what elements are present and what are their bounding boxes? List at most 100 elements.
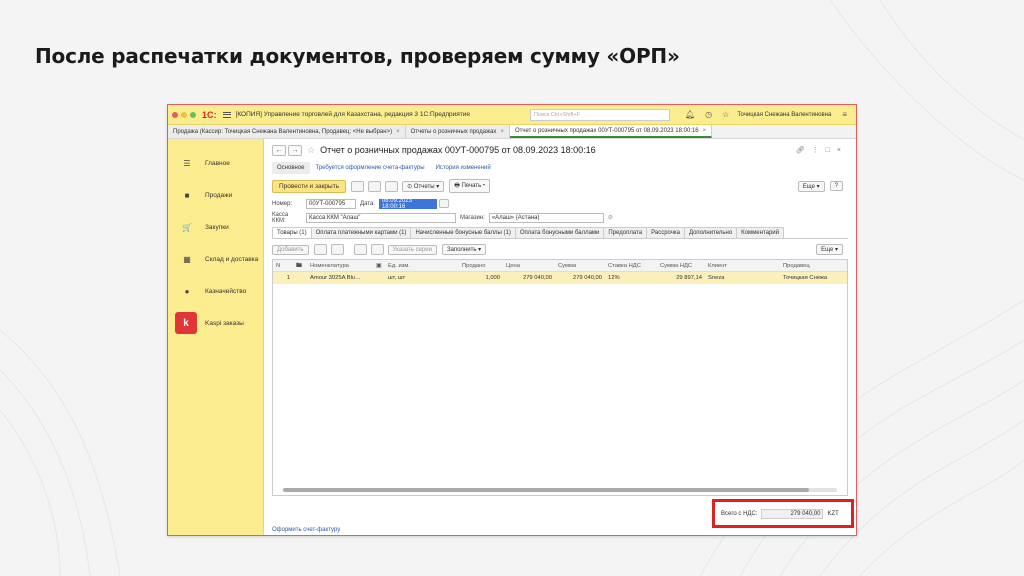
sidebar-item-label: Казначейство (205, 287, 247, 295)
column-header[interactable]: Сумма НДС (657, 263, 705, 269)
tab-retail-report-doc[interactable]: Отчет о розничных продажах 00УТ-000795 о… (509, 125, 713, 138)
history-icon[interactable]: ◷ (705, 110, 712, 119)
settings-menu-icon[interactable]: ≡ (842, 110, 847, 119)
menu-icon: ☰ (183, 158, 191, 168)
subtab-goods[interactable]: Товары (1) (272, 227, 312, 238)
column-header[interactable]: Ставка НДС (605, 263, 657, 269)
sidebar-item-kaspi[interactable]: k Kaspi заказы (168, 307, 263, 339)
table-more-label: Еще (821, 247, 834, 253)
tab-label: Продажа (Кассир: Точицкая Снежана Валент… (173, 128, 393, 135)
column-header[interactable]: Продавец (780, 263, 830, 269)
kkm-field[interactable]: Касса ККМ "Алаш" (306, 212, 456, 223)
cart-icon: 🛒 (182, 222, 192, 232)
close-tab-icon[interactable]: × (500, 129, 504, 135)
minimize-window-icon[interactable] (181, 111, 187, 118)
structure-icon[interactable] (385, 180, 399, 192)
column-header[interactable]: Цена (503, 263, 555, 269)
kkm-store-row: Касса ККМ: Касса ККМ "Алаш" Магазин: «Ал… (272, 211, 848, 224)
total-value: 279 040,00 (761, 508, 824, 519)
hamburger-menu-icon[interactable] (222, 110, 231, 119)
pick-icon[interactable] (370, 244, 384, 255)
sidebar-item-label: Закупки (205, 223, 229, 231)
cell-vat-rate: 12% (608, 275, 620, 281)
column-header[interactable]: N (273, 263, 293, 269)
window-controls-icon[interactable]: 🔗︎⋮□× (796, 146, 848, 154)
global-search-input[interactable]: Поиск Ctrl+Shift+F (530, 108, 671, 121)
close-window-icon[interactable] (172, 111, 178, 118)
print-label: Печать (461, 183, 482, 189)
move-up-icon[interactable] (313, 244, 327, 255)
column-header[interactable]: Сумма (555, 263, 605, 269)
favorite-star-icon[interactable]: ☆ (307, 145, 315, 156)
document-form: ← → ☆ Отчет о розничных продажах 00УТ-00… (264, 139, 856, 535)
create-invoice-link[interactable]: Оформить счет-фактуру (272, 527, 340, 533)
subtab-bonus-accrued[interactable]: Начисленные бонусные баллы (1) (410, 227, 516, 238)
specify-serials-button[interactable]: Указать серии (387, 244, 437, 255)
sidebar-item-main[interactable]: ☰ Главное (168, 147, 263, 179)
user-name[interactable]: Точицкая Снежана Валентиновна (737, 112, 831, 118)
subtab-card-payments[interactable]: Оплата платежными картами (1) (310, 227, 412, 238)
reports-button[interactable]: ⊙ Отчеты ▾ (402, 180, 445, 192)
bag-icon: ■ (184, 190, 190, 200)
column-header[interactable]: Продано (459, 263, 503, 269)
subtab-bonus-payment[interactable]: Оплата бонусными баллами (514, 227, 605, 238)
cell-unit: шт, шт (388, 275, 406, 281)
total-with-vat-highlight: Всего с НДС: 279 040,00 KZT (712, 499, 854, 528)
warehouse-icon: ▦ (183, 254, 191, 264)
sidebar-item-warehouse[interactable]: ▦ Склад и доставка (168, 243, 263, 275)
store-field[interactable]: «Алаш» (Астана) (488, 212, 604, 223)
save-icon[interactable] (351, 180, 365, 192)
currency-label: KZT (827, 510, 839, 517)
cell-seller: Точицкая Снежа (783, 275, 828, 281)
barcode-icon[interactable] (353, 244, 367, 255)
subtab-comment[interactable]: Комментарий (736, 227, 784, 238)
horizontal-scrollbar[interactable] (283, 488, 837, 492)
table-more-button[interactable]: Еще ▾ (816, 244, 843, 255)
document-subtabs: Товары (1) Оплата платежными картами (1)… (272, 227, 848, 239)
maximize-window-icon[interactable] (190, 111, 196, 118)
cell-sum: 279 040,00 (572, 275, 602, 281)
column-header-icon: 🖿︎ (296, 262, 302, 269)
subtab-prepayment[interactable]: Предоплата (603, 227, 648, 238)
app-title: [КОПИЯ] Управление торговлей для Казахст… (235, 111, 471, 118)
number-label: Номер: (272, 200, 293, 207)
store-label: Магазин: (460, 214, 485, 221)
forward-button[interactable]: → (288, 144, 302, 156)
column-header[interactable]: Клиент (705, 263, 780, 269)
table-row[interactable]: 1 Amour 3025A Blu… шт, шт 1,000 279 040,… (273, 272, 847, 284)
close-tab-icon[interactable]: × (703, 128, 707, 134)
sidebar-item-sales[interactable]: ■ Продажи (168, 179, 263, 211)
post-icon[interactable] (368, 180, 382, 192)
document-header: ← → ☆ Отчет о розничных продажах 00УТ-00… (272, 139, 848, 161)
post-and-close-button[interactable]: Провести и закрыть (272, 179, 347, 193)
back-button[interactable]: ← (272, 144, 286, 156)
link-icon[interactable]: ⊘ (608, 214, 613, 221)
close-tab-icon[interactable]: × (396, 129, 400, 135)
app-window: 1С: [КОПИЯ] Управление торговлей для Каз… (167, 104, 857, 536)
column-header[interactable]: Номенклатура (307, 263, 373, 269)
number-field[interactable]: 00УТ-000795 (306, 198, 356, 209)
date-field[interactable]: 08.09.2023 18:00:16 (378, 198, 437, 210)
add-button[interactable]: Добавить (272, 244, 309, 255)
bell-icon[interactable]: 🔔︎ (685, 110, 695, 119)
fill-button[interactable]: Заполнить ▾ (441, 244, 487, 255)
help-button[interactable]: ? (829, 181, 843, 191)
tab-sale[interactable]: Продажа (Кассир: Точицкая Снежана Валент… (168, 125, 406, 138)
calendar-icon[interactable] (438, 199, 449, 208)
tab-retail-reports[interactable]: Отчеты о розничных продажах × (405, 125, 510, 138)
history-link[interactable]: История изменений (436, 165, 491, 171)
subtab-additional[interactable]: Дополнительно (683, 227, 738, 238)
print-button[interactable]: 🖶︎ Печать ▾ (449, 179, 491, 193)
sidebar-item-treasury[interactable]: ● Казначейство (168, 275, 263, 307)
sidebar: ☰ Главное ■ Продажи 🛒 Закупки ▦ Склад и дост… (168, 139, 264, 535)
date-label: Дата: (360, 200, 375, 207)
sidebar-item-purchases[interactable]: 🛒 Закупки (168, 211, 263, 243)
column-header[interactable]: Ед. изм. (385, 263, 459, 269)
subtab-installment[interactable]: Рассрочка (646, 227, 685, 238)
page-title: Отчет о розничных продажах 00УТ-000795 о… (320, 145, 596, 155)
tab-main[interactable]: Основное (272, 162, 310, 174)
favorites-star-icon[interactable]: ☆ (722, 110, 729, 119)
invoice-required-link[interactable]: Требуется оформление счета-фактуры (316, 165, 425, 171)
more-button[interactable]: Еще ▾ (797, 180, 825, 192)
move-down-icon[interactable] (330, 244, 344, 255)
